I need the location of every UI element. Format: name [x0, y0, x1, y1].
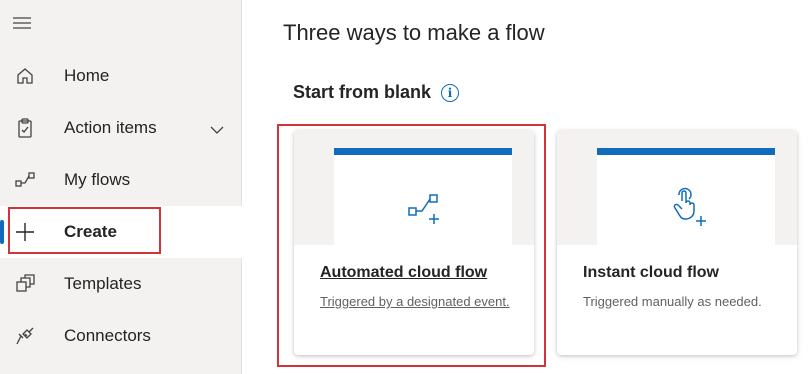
card-title: Instant cloud flow [583, 264, 719, 281]
sidebar-item-label: Home [64, 66, 110, 85]
sidebar-item-action-items[interactable]: Action items [0, 102, 242, 154]
connector-icon [14, 325, 36, 347]
info-icon[interactable]: i [441, 83, 460, 102]
chevron-down-icon[interactable] [210, 122, 224, 134]
page-title: Three ways to make a flow [283, 20, 545, 45]
sidebar-item-label: Templates [64, 274, 142, 293]
templates-icon [14, 273, 36, 295]
home-icon [14, 65, 36, 87]
card-preview [597, 148, 775, 245]
touch-icon [661, 181, 711, 231]
clipboard-icon [14, 117, 36, 139]
active-indicator [0, 220, 4, 244]
hamburger-menu-icon[interactable] [12, 14, 32, 32]
sidebar-item-label: Connectors [64, 326, 151, 345]
section-title-text: Start from blank [293, 82, 432, 102]
sidebar-item-templates[interactable]: Templates [0, 258, 242, 310]
card-description: Triggered manually as needed. [583, 294, 762, 309]
section-title: Start from blank i [293, 82, 460, 103]
automated-card-highlight-box [277, 124, 546, 367]
sidebar-item-my-flows[interactable]: My flows [0, 154, 242, 206]
sidebar-item-home[interactable]: Home [0, 50, 242, 102]
sidebar-item-label: My flows [64, 170, 131, 189]
instant-cloud-flow-card[interactable]: Instant cloud flow Triggered manually as… [557, 130, 797, 355]
sidebar-item-label: Action items [64, 118, 157, 137]
flow-icon [14, 169, 36, 191]
sidebar: Home Action items My flows Create Templa… [0, 0, 242, 374]
create-highlight-box [8, 207, 161, 254]
sidebar-item-connectors[interactable]: Connectors [0, 310, 242, 362]
